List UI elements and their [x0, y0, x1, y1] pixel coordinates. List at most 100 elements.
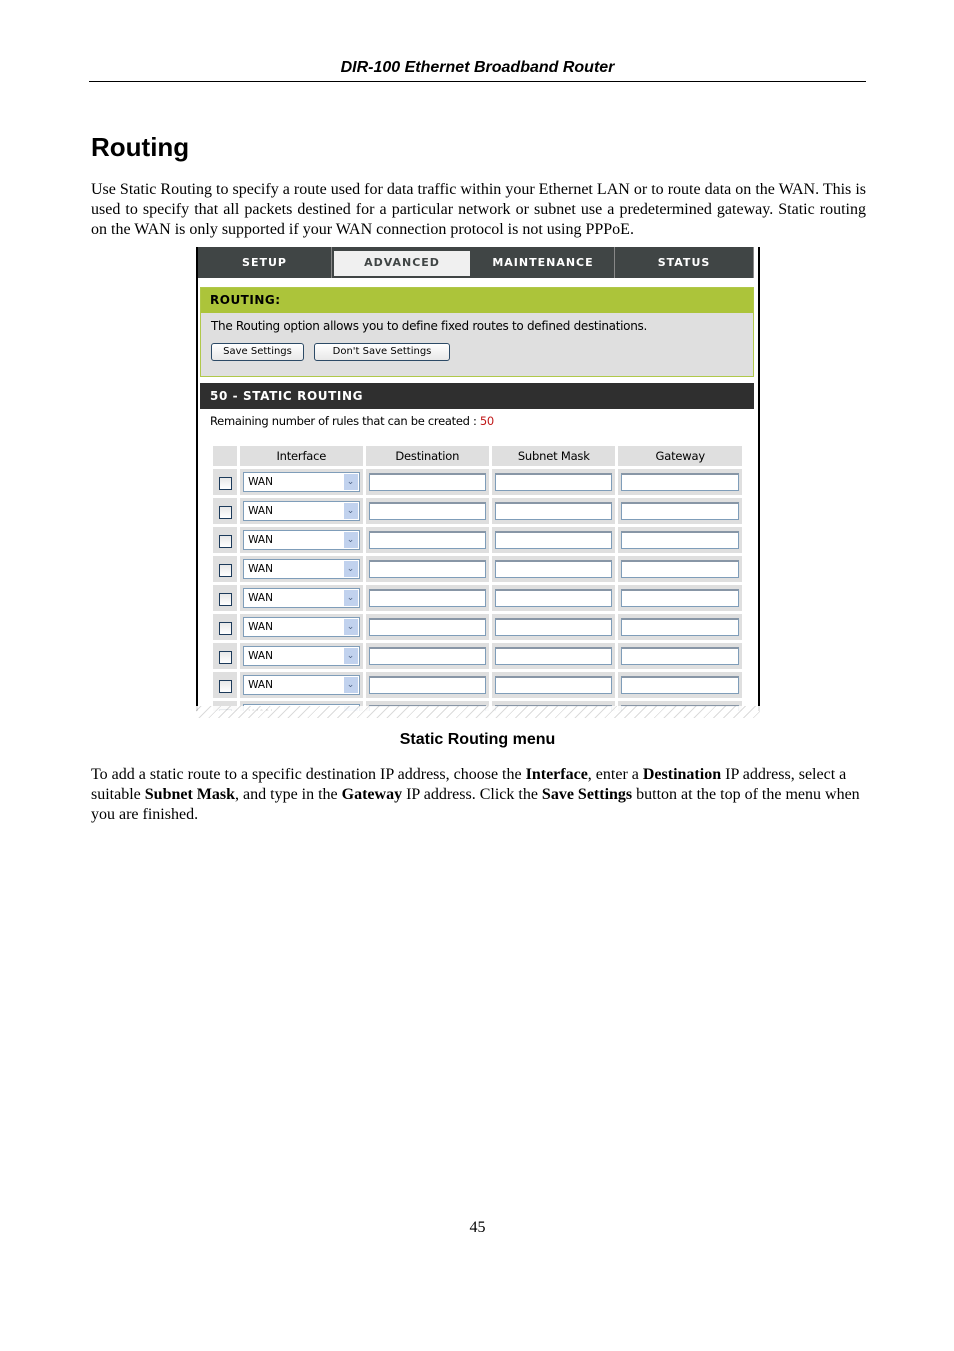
gateway-cell — [618, 585, 742, 611]
gateway-input[interactable] — [621, 473, 739, 491]
static-routes-table: Interface Destination Subnet Mask Gatewa… — [210, 443, 745, 711]
interface-select[interactable]: WAN ⌄ — [243, 617, 360, 637]
instruction-bold-term: Save Settings — [541, 786, 633, 803]
subnet-mask-input[interactable] — [495, 618, 613, 636]
row-select-cell — [213, 498, 238, 524]
table-row: WAN ⌄ — [213, 614, 742, 640]
subnet-mask-input[interactable] — [495, 676, 613, 694]
instruction-text: , and type in the — [235, 786, 342, 803]
instruction-bold-term: Interface — [525, 766, 588, 783]
subnet-mask-input[interactable] — [495, 473, 613, 491]
figure-caption: Static Routing menu — [399, 731, 556, 748]
destination-input[interactable] — [368, 647, 487, 665]
subnet-mask-cell — [492, 498, 616, 524]
interface-select[interactable]: WAN ⌄ — [243, 472, 360, 492]
subnet-mask-cell — [492, 585, 616, 611]
destination-input[interactable] — [368, 560, 487, 578]
subnet-mask-input[interactable] — [495, 589, 613, 607]
destination-cell — [365, 469, 490, 495]
chevron-down-icon[interactable]: ⌄ — [343, 474, 358, 490]
interface-select-value: WAN — [248, 534, 273, 546]
subnet-mask-cell — [492, 643, 616, 669]
interface-select[interactable]: WAN ⌄ — [243, 530, 360, 550]
destination-cell — [365, 527, 490, 553]
chevron-down-icon[interactable]: ⌄ — [343, 648, 358, 664]
page-title: Routing — [91, 132, 190, 162]
destination-cell — [365, 643, 490, 669]
intro-paragraph: Use Static Routing to specify a route us… — [91, 181, 866, 238]
table-row: WAN ⌄ — [213, 556, 742, 582]
settings-button-row: Save Settings Don't Save Settings — [201, 334, 753, 361]
page-number: 45 — [469, 1219, 486, 1236]
gateway-input[interactable] — [621, 502, 739, 520]
destination-input[interactable] — [368, 502, 487, 520]
gateway-cell — [618, 498, 742, 524]
table-row: WAN ⌄ — [213, 643, 742, 669]
interface-select[interactable]: WAN ⌄ — [243, 646, 360, 666]
row-checkbox[interactable] — [218, 592, 232, 606]
chevron-down-icon[interactable]: ⌄ — [343, 677, 358, 693]
subnet-mask-input[interactable] — [495, 560, 613, 578]
routing-panel-description: The Routing option allows you to define … — [211, 319, 647, 333]
destination-input[interactable] — [368, 589, 487, 607]
table-row: WAN ⌄ — [213, 527, 742, 553]
gateway-input[interactable] — [621, 647, 739, 665]
table-row: WAN ⌄ — [213, 469, 742, 495]
row-checkbox[interactable] — [218, 534, 232, 548]
running-header: DIR-100 Ethernet Broadband Router — [340, 59, 615, 76]
row-select-cell — [213, 556, 238, 582]
interface-select[interactable]: WAN ⌄ — [243, 588, 360, 608]
chevron-down-icon[interactable]: ⌄ — [343, 503, 358, 519]
gateway-cell — [618, 672, 742, 698]
table-header-row: Interface Destination Subnet Mask Gatewa… — [213, 446, 742, 466]
row-checkbox[interactable] — [218, 679, 232, 693]
row-select-cell — [213, 585, 238, 611]
interface-select-value: WAN — [248, 679, 273, 691]
row-checkbox[interactable] — [218, 563, 232, 577]
chevron-down-icon[interactable]: ⌄ — [343, 590, 358, 606]
destination-input[interactable] — [368, 531, 487, 549]
interface-select[interactable]: WAN ⌄ — [243, 675, 360, 695]
destination-cell — [365, 672, 490, 698]
save-settings-button[interactable]: Save Settings — [211, 343, 304, 361]
gateway-input[interactable] — [621, 618, 739, 636]
instruction-bold-term: Gateway — [341, 786, 403, 803]
subnet-mask-input[interactable] — [495, 502, 613, 520]
gateway-input[interactable] — [621, 676, 739, 694]
tab-advanced[interactable]: ADVANCED — [332, 247, 472, 278]
chevron-down-icon[interactable]: ⌄ — [343, 532, 358, 548]
interface-select-value: WAN — [248, 476, 273, 488]
gateway-input[interactable] — [621, 589, 739, 607]
subnet-mask-input[interactable] — [495, 647, 613, 665]
gateway-input[interactable] — [621, 560, 739, 578]
destination-cell — [365, 614, 490, 640]
interface-select-value: WAN — [248, 650, 273, 662]
instruction-text: , enter a — [587, 766, 643, 783]
interface-cell: WAN ⌄ — [240, 614, 363, 640]
subnet-mask-cell — [492, 672, 616, 698]
column-header-gateway: Gateway — [618, 446, 742, 466]
subnet-mask-input[interactable] — [495, 531, 613, 549]
routing-panel-title: ROUTING: — [201, 288, 753, 313]
row-checkbox[interactable] — [218, 650, 232, 664]
router-screenshot: SETUP ADVANCED MAINTENANCE STATUS ROUTIN… — [196, 247, 760, 711]
chevron-down-icon[interactable]: ⌄ — [343, 619, 358, 635]
destination-input[interactable] — [368, 618, 487, 636]
row-checkbox[interactable] — [218, 505, 232, 519]
row-checkbox[interactable] — [218, 476, 232, 490]
remaining-rules-label: Remaining number of rules that can be cr… — [210, 414, 477, 428]
tab-maintenance[interactable]: MAINTENANCE — [472, 247, 615, 278]
routing-panel: ROUTING: The Routing option allows you t… — [200, 287, 754, 377]
dont-save-settings-button[interactable]: Don't Save Settings — [314, 343, 450, 361]
main-tabs: SETUP ADVANCED MAINTENANCE STATUS — [198, 247, 754, 278]
destination-input[interactable] — [368, 676, 487, 694]
interface-select[interactable]: WAN ⌄ — [243, 559, 360, 579]
destination-input[interactable] — [368, 473, 487, 491]
chevron-down-icon[interactable]: ⌄ — [343, 561, 358, 577]
interface-select[interactable]: WAN ⌄ — [243, 501, 360, 521]
row-checkbox[interactable] — [218, 621, 232, 635]
tab-status[interactable]: STATUS — [615, 247, 754, 278]
tab-setup[interactable]: SETUP — [198, 247, 332, 278]
interface-cell: WAN ⌄ — [240, 498, 363, 524]
gateway-input[interactable] — [621, 531, 739, 549]
